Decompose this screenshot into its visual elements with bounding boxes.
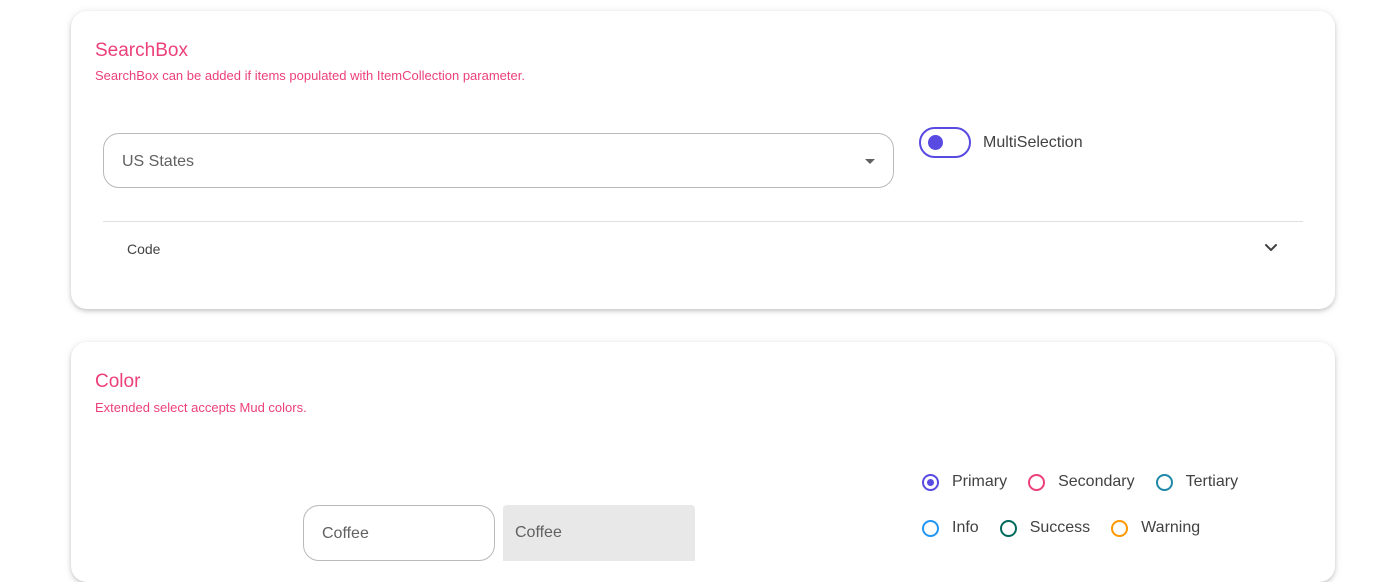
- radio-unchecked-icon: [922, 519, 939, 537]
- radio-checked-icon: [922, 473, 939, 491]
- card-subtitle: SearchBox can be added if items populate…: [95, 68, 525, 83]
- multiselection-switch[interactable]: [919, 127, 971, 158]
- radio-success[interactable]: Success: [999, 519, 1091, 537]
- searchbox-card: SearchBox SearchBox can be added if item…: [71, 11, 1335, 309]
- radio-unchecked-icon: [1028, 473, 1046, 491]
- radio-label: Primary: [952, 473, 1008, 490]
- card-title: Color: [95, 371, 141, 392]
- card-subtitle: Extended select accepts Mud colors.: [95, 400, 307, 415]
- radio-label: Tertiary: [1185, 473, 1239, 490]
- radio-label: Success: [1029, 519, 1091, 536]
- chevron-down-icon: [1265, 244, 1277, 251]
- radio-unchecked-icon: [999, 519, 1017, 537]
- radio-info[interactable]: Info: [922, 519, 979, 537]
- select-label: US States: [122, 153, 195, 170]
- radio-tertiary[interactable]: Tertiary: [1155, 473, 1239, 491]
- color-radio-group: Primary Secondary Tertiary: [922, 473, 1259, 491]
- card-title: SearchBox: [95, 40, 188, 61]
- coffee-filled-select[interactable]: Coffee: [503, 505, 695, 561]
- dropdown-arrow-icon: [865, 159, 875, 164]
- color-radio-group-2: Info Success Warning: [922, 519, 1221, 537]
- code-label: Code: [127, 241, 161, 257]
- radio-unchecked-icon: [1111, 519, 1129, 537]
- coffee-outlined-select[interactable]: Coffee: [303, 505, 495, 561]
- color-card: Color Extended select accepts Mud colors…: [71, 342, 1335, 582]
- radio-warning[interactable]: Warning: [1111, 519, 1200, 537]
- radio-label: Secondary: [1058, 473, 1135, 490]
- code-expander[interactable]: Code: [103, 222, 1303, 278]
- multiselection-label[interactable]: MultiSelection: [983, 134, 1083, 152]
- radio-unchecked-icon: [1155, 473, 1173, 491]
- radio-primary[interactable]: Primary: [922, 473, 1007, 491]
- radio-label: Warning: [1141, 519, 1201, 536]
- switch-knob: [928, 135, 943, 150]
- radio-label: Info: [952, 519, 979, 536]
- radio-secondary[interactable]: Secondary: [1028, 473, 1135, 491]
- select-value: Coffee: [515, 524, 562, 541]
- us-states-select[interactable]: US States: [103, 133, 894, 188]
- select-value: Coffee: [322, 525, 369, 542]
